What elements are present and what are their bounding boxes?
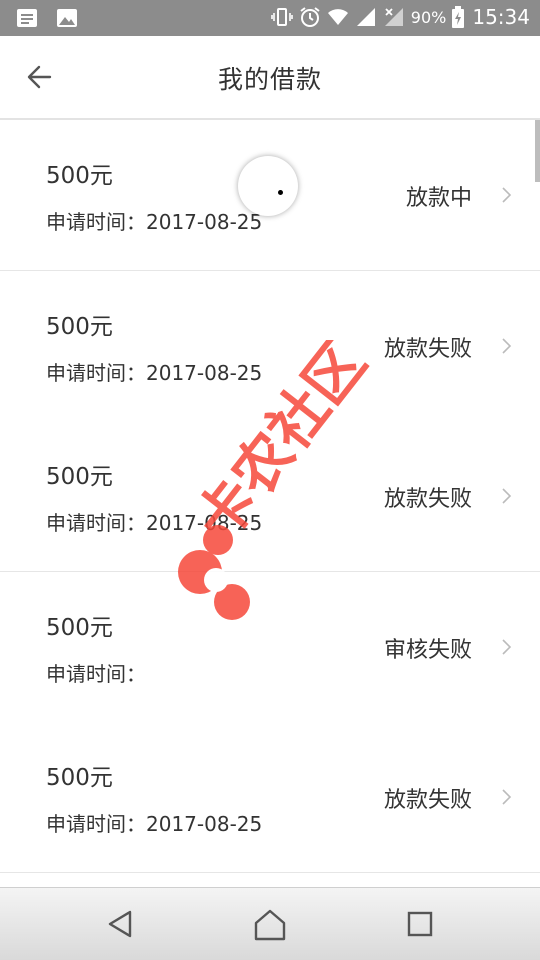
loan-status: 审核失败 — [383, 638, 472, 663]
touch-indicator — [238, 156, 298, 216]
battery-icon — [452, 6, 465, 28]
loan-status: 放款失败 — [383, 788, 472, 813]
chevron-right-icon — [502, 789, 512, 805]
page-title: 我的借款 — [217, 65, 322, 94]
loan-list: 500元 申请时间：2017-08-25 放款中 500元 申请时间：2017-… — [0, 120, 540, 873]
battery-percent: 90% — [410, 7, 447, 27]
loan-status: 放款中 — [405, 186, 472, 211]
wifi-icon — [327, 9, 348, 25]
loan-item[interactable]: 500元 申请时间：2017-08-25 放款失败 — [0, 271, 540, 421]
clock-time: 15:34 — [472, 5, 530, 29]
home-icon — [254, 909, 286, 941]
loan-amount: 500元 — [46, 765, 113, 791]
nav-back-button[interactable] — [100, 906, 140, 942]
loan-apply-date: 申请时间：2017-08-25 — [46, 361, 263, 385]
loan-apply-date: 申请时间：2017-08-25 — [46, 511, 263, 535]
square-recents-icon — [407, 911, 433, 937]
chevron-right-icon — [502, 639, 512, 655]
chevron-right-icon — [502, 187, 512, 203]
loan-amount: 500元 — [46, 615, 113, 641]
system-nav-bar — [0, 887, 540, 960]
signal-icon — [384, 8, 403, 26]
app-header: 我的借款 — [0, 36, 540, 120]
loan-item[interactable]: 500元 申请时间： 审核失败 — [0, 572, 540, 722]
loan-apply-date: 申请时间： — [46, 662, 146, 686]
alarm-icon — [300, 7, 320, 27]
chevron-right-icon — [502, 488, 512, 504]
loan-item[interactable]: 500元 申请时间：2017-08-25 放款失败 — [0, 722, 540, 873]
signal-icon — [356, 8, 375, 26]
loan-status: 放款失败 — [383, 337, 472, 362]
triangle-back-icon — [108, 910, 132, 938]
loan-item[interactable]: 500元 申请时间：2017-08-25 放款失败 — [0, 421, 540, 572]
notification-icon — [17, 9, 37, 27]
scrollbar-thumb[interactable] — [535, 120, 540, 182]
nav-home-button[interactable] — [250, 906, 290, 942]
loan-apply-date: 申请时间：2017-08-25 — [46, 210, 263, 234]
status-bar: 90% 15:34 — [0, 0, 540, 36]
nav-recents-button[interactable] — [400, 906, 440, 942]
loan-amount: 500元 — [46, 314, 113, 340]
image-icon — [57, 9, 77, 27]
loan-amount: 500元 — [46, 163, 113, 189]
loan-apply-date: 申请时间：2017-08-25 — [46, 812, 263, 836]
chevron-right-icon — [502, 338, 512, 354]
loan-status: 放款失败 — [383, 487, 472, 512]
vibrate-icon — [270, 8, 293, 26]
loan-amount: 500元 — [46, 464, 113, 490]
